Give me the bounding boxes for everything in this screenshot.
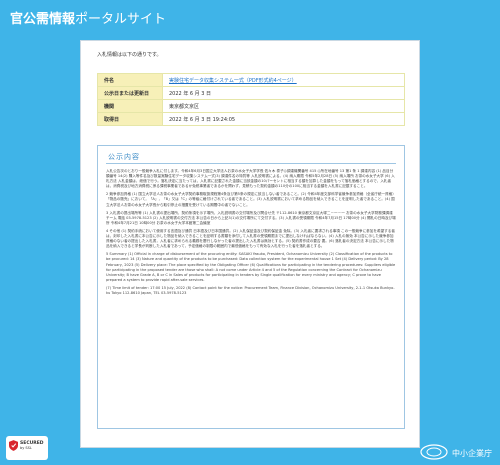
row-value-retrieved: 2022 年 6 月 3 日 19:24:05 [162,112,405,126]
content-panel: 入札情報は以下の通りです。 件名 実験住宅データ収集システム一式（PDF形式約4… [80,40,420,448]
lead-text: 入札情報は以下の通りです。 [97,52,162,58]
bid-info-table: 件名 実験住宅データ収集システム一式（PDF形式約4ページ） 公示日または更新日… [97,73,405,126]
site-title-rest: ポータルサイト [75,12,167,27]
agency-name[interactable]: 中小企業庁 [452,448,492,459]
row-value-agency: 東京都文京区 [162,99,405,113]
notice-box: 公示内容 入札公告次のとおり一般競争入札に付します。令和4年6月3日国立大学法人… [97,145,405,429]
notice-paragraph: 2 競争参加資格 (1) 国立大学法人お茶の水女子大学契約事務取扱規程第4条及び… [106,192,396,207]
row-label-subject: 件名 [97,73,163,87]
notice-paragraph: 3 入札書の提出場所等 (1) 入札書の提出場所，契約条項を示す場所，入札説明書… [106,210,396,225]
notice-paragraph: 入札公告次のとおり一般競争入札に付します。令和4年6月3日国立大学法人お茶の水女… [106,169,395,189]
row-label-retrieved: 取得日 [97,112,163,126]
row-value-subject-link[interactable]: 実験住宅データ収集システム一式（PDF形式約4ページ） [162,73,405,87]
table-row: 件名 実験住宅データ収集システム一式（PDF形式約4ページ） [97,73,405,87]
notice-paragraph: (7) Time limit of tender: 17:00 15 July,… [106,285,395,295]
table-row: 公示日または更新日 2022 年 6 月 3 日 [97,86,405,100]
notice-body: 入札公告次のとおり一般競争入札に付します。令和4年6月3日国立大学法人お茶の水女… [106,169,396,424]
notice-paragraph: 4 その他 (1) 契約手続において使用する言語及び通貨 日本語及び日本国通貨。… [106,228,395,249]
ssl-line-2: by SSL [20,446,32,450]
ssl-seal-badge[interactable]: SECURED by SSL [6,436,48,460]
row-label-agency: 機関 [97,99,163,113]
site-header: 官公需情報ポータルサイト [0,0,500,34]
site-title-strong: 官公需情報 [10,12,76,27]
site-title[interactable]: 官公需情報ポータルサイト [10,8,166,27]
table-row: 取得日 2022 年 6 月 3 日 19:24:05 [97,112,405,126]
table-row: 機関 東京都文京区 [97,99,405,113]
notice-divider [106,163,396,164]
row-label-date: 公示日または更新日 [97,86,163,100]
notice-paragraph: 5 Summary (1) Official in charge of disb… [106,252,396,282]
notice-title: 公示内容 [108,153,140,161]
row-value-date: 2022 年 6 月 3 日 [162,86,405,100]
agency-logo-icon [420,444,448,460]
ssl-seal-text: SECURED by SSL [20,441,44,451]
ssl-shield-icon [9,440,18,451]
